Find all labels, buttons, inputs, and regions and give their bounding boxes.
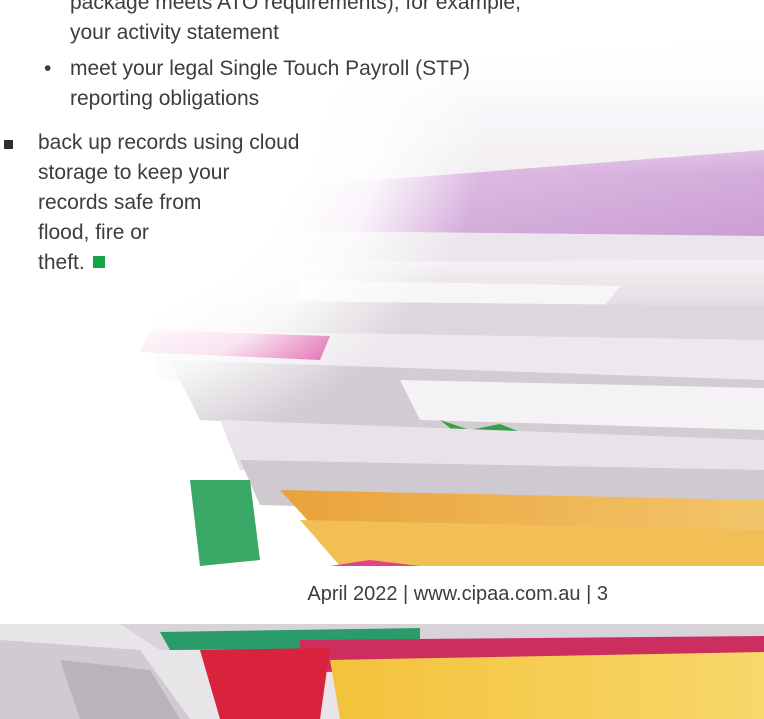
sub-bullet-item-2: • meet your legal Single Touch Payroll (… bbox=[44, 54, 470, 114]
page-footer: April 2022 | www.cipaa.com.au | 3 bbox=[307, 580, 608, 608]
page: package meets ATO requirements), for exa… bbox=[0, 0, 764, 719]
sub-bullet-text: meet your legal Single Touch Payroll (ST… bbox=[70, 57, 470, 110]
end-of-article-icon bbox=[92, 256, 105, 268]
square-bullet-icon bbox=[4, 140, 13, 149]
footer-page-number: 3 bbox=[596, 583, 608, 605]
sub-bullet-marker: • bbox=[44, 57, 52, 80]
footer-url-link[interactable]: www.cipaa.com.au bbox=[414, 583, 581, 605]
sub-bullet-item-1: package meets ATO requirements), for exa… bbox=[44, 0, 521, 48]
footer-separator: | bbox=[403, 583, 409, 605]
footer-date: April 2022 bbox=[307, 583, 398, 605]
sub-bullet-text: package meets ATO requirements), for exa… bbox=[70, 0, 521, 44]
main-bullet-text-content: back up records using cloud storage to k… bbox=[38, 131, 300, 274]
main-bullet-text: back up records using cloud storage to k… bbox=[38, 128, 358, 278]
footer-separator: | bbox=[586, 583, 592, 605]
